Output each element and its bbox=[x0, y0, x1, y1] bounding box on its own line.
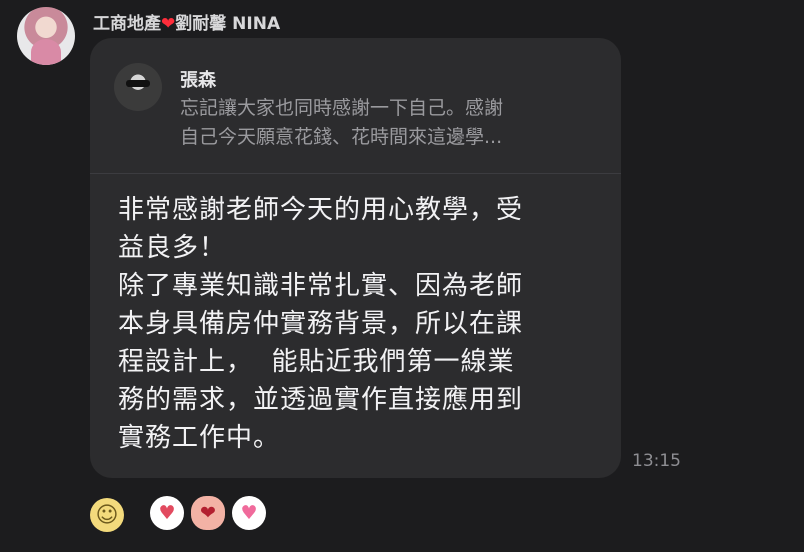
chat-view: 工商地產❤劉耐馨 NINA 張森 忘記讓大家也同時感謝一下自己。感謝 自己今天願… bbox=[0, 0, 804, 552]
message-timestamp: 13:15 bbox=[632, 451, 681, 471]
heart-icon: ❤ bbox=[161, 14, 176, 34]
reply-preview-line: 自己今天願意花錢、花時間來這邊學... bbox=[180, 126, 503, 148]
heart-eyes-icon[interactable]: ♥ bbox=[150, 496, 184, 530]
reply-author-avatar bbox=[114, 63, 162, 111]
reply-author-name: 張森 bbox=[180, 70, 216, 91]
sender-name: 工商地產❤劉耐馨 NINA bbox=[93, 9, 280, 34]
message-text: 非常感謝老師今天的用心教學，受 益良多！ 除了專業知識非常扎實、因為老師 本身具… bbox=[118, 195, 524, 453]
reaction-list: ♥ ❤ ♥ bbox=[150, 496, 266, 530]
smiley-icon[interactable]: ☺ bbox=[90, 498, 124, 532]
pink-heart-face-icon[interactable]: ♥ bbox=[232, 496, 266, 530]
sender-name-suffix: 劉耐馨 NINA bbox=[175, 14, 281, 34]
message-bubble[interactable]: 張森 忘記讓大家也同時感謝一下自己。感謝 自己今天願意花錢、花時間來這邊學...… bbox=[90, 38, 621, 478]
reply-divider bbox=[90, 173, 621, 174]
reply-quote[interactable]: 張森 忘記讓大家也同時感謝一下自己。感謝 自己今天願意花錢、花時間來這邊學... bbox=[90, 38, 621, 173]
character-icon[interactable]: ❤ bbox=[191, 496, 225, 530]
reply-preview: 忘記讓大家也同時感謝一下自己。感謝 自己今天願意花錢、花時間來這邊學... bbox=[180, 94, 590, 152]
sender-avatar[interactable] bbox=[17, 7, 75, 65]
reply-preview-line: 忘記讓大家也同時感謝一下自己。感謝 bbox=[180, 97, 504, 119]
sender-name-prefix: 工商地產 bbox=[93, 14, 161, 34]
